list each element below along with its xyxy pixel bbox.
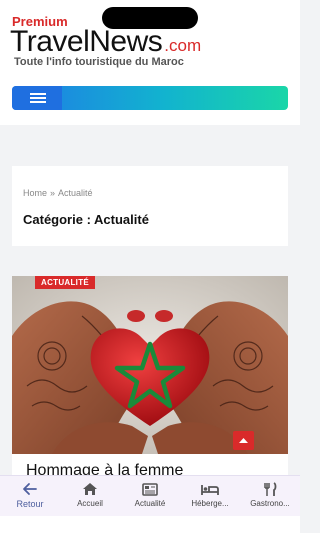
breadcrumb-home-link[interactable]: Home [23, 188, 47, 198]
logo-name: TravelNews [10, 25, 163, 58]
nav-item-hebergement[interactable]: Héberge... [180, 476, 240, 517]
nav-item-gastronomie[interactable]: Gastrono... [240, 476, 300, 517]
article-image[interactable] [12, 276, 288, 454]
bed-icon [201, 485, 219, 495]
scroll-top-button[interactable] [233, 431, 254, 450]
fork-knife-icon [264, 482, 277, 496]
breadcrumb-current: Actualité [58, 188, 93, 198]
site-header: Premium TravelNews .com Toute l'info tour… [0, 0, 300, 125]
nav-label-gastronomie: Gastrono... [250, 499, 290, 508]
category-badge[interactable]: ACTUALITÉ [35, 276, 96, 289]
nav-item-actualite[interactable]: Actualité [120, 476, 180, 517]
system-home-area [0, 516, 300, 533]
menu-button[interactable] [12, 86, 62, 110]
logo-tagline: Toute l'info touristique du Maroc [14, 56, 184, 68]
breadcrumb: Home» Actualité [23, 188, 93, 198]
bottom-navigation: Retour Accueil Actualité Héberge... Gast… [0, 475, 300, 516]
home-icon [83, 483, 97, 495]
breadcrumb-separator: » [50, 188, 56, 198]
nav-item-accueil[interactable]: Accueil [60, 476, 120, 517]
category-header-card: Home» Actualité Catégorie : Actualité [12, 166, 288, 246]
nav-label-actualite: Actualité [134, 499, 166, 508]
page-title: Catégorie : Actualité [23, 212, 149, 227]
article-card[interactable]: ACTUALITÉ Hommage à la femme [12, 276, 288, 486]
chevron-up-icon [239, 438, 248, 443]
nav-label-accueil: Accueil [77, 499, 103, 508]
nav-label-retour: Retour [16, 499, 44, 509]
logo-domain: .com [164, 36, 202, 55]
arrow-back-icon [23, 483, 37, 495]
main-navbar [12, 86, 288, 110]
newspaper-icon [142, 483, 158, 496]
nav-item-retour[interactable]: Retour [0, 476, 60, 517]
nav-label-hebergement: Héberge... [191, 499, 229, 508]
